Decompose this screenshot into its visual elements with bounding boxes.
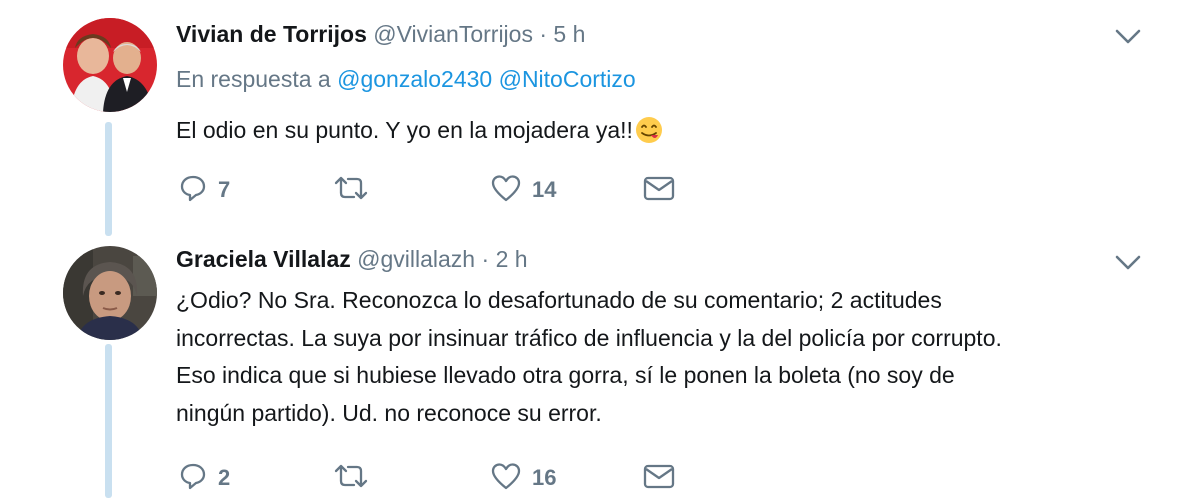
tweet-text: ¿Odio? No Sra. Reconozca lo desafortunad…: [176, 282, 1166, 432]
tweet-actions: 7 14: [176, 170, 736, 210]
direct-message-button[interactable]: [642, 170, 676, 210]
retweet-icon: [332, 173, 370, 208]
heart-icon: [490, 461, 522, 496]
tweet-text-line: ningún partido). Ud. no reconoce su erro…: [176, 399, 602, 426]
reply-icon: [178, 173, 208, 208]
retweet-button[interactable]: [332, 458, 380, 498]
face-savoring-food-icon: [635, 116, 663, 156]
reply-count: 2: [218, 465, 231, 490]
user-handle[interactable]: @gvillalazh: [357, 246, 475, 272]
tweet-text-line: incorrectas. La suya por insinuar tráfic…: [176, 324, 1002, 351]
user-handle[interactable]: @VivianTorrijos: [373, 21, 533, 47]
thread-connector: [105, 344, 112, 498]
reply-count: 7: [218, 177, 231, 202]
chevron-down-icon[interactable]: [1112, 250, 1144, 274]
timestamp[interactable]: 5 h: [553, 21, 585, 47]
avatar[interactable]: [63, 246, 157, 340]
separator-dot: ·: [539, 21, 548, 47]
tweet-header: Vivian de Torrijos @VivianTorrijos · 5 h: [176, 19, 585, 49]
reply-button[interactable]: 7: [178, 170, 230, 210]
tweet-actions: 2 16: [176, 458, 736, 498]
like-button[interactable]: 14: [490, 170, 556, 210]
envelope-icon: [642, 461, 676, 496]
timestamp[interactable]: 2 h: [496, 246, 528, 272]
tweet-text-line: El odio en su punto. Y yo en la mojadera…: [176, 117, 633, 143]
tweet[interactable]: Vivian de Torrijos @VivianTorrijos · 5 h…: [0, 0, 1200, 236]
reply-context: En respuesta a @gonzalo2430 @NitoCortizo: [176, 64, 636, 94]
display-name[interactable]: Graciela Villalaz: [176, 246, 351, 272]
like-count: 14: [532, 177, 557, 202]
tweet-text-line: Eso indica que si hubiese llevado otra g…: [176, 362, 955, 388]
thread-connector: [105, 122, 112, 236]
tweet-text: El odio en su punto. Y yo en la mojadera…: [176, 112, 663, 156]
retweet-icon: [332, 461, 370, 496]
tweet-text-line: ¿Odio? No Sra. Reconozca lo desafortunad…: [176, 287, 942, 313]
tweet-header: Graciela Villalaz @gvillalazh · 2 h: [176, 244, 528, 274]
tweet[interactable]: Graciela Villalaz @gvillalazh · 2 h ¿Odi…: [0, 236, 1200, 498]
reply-button[interactable]: 2: [178, 458, 230, 498]
like-button[interactable]: 16: [490, 458, 556, 498]
like-count: 16: [532, 465, 557, 490]
reply-prefix: En respuesta a: [176, 66, 331, 92]
mention-link[interactable]: @NitoCortizo: [499, 66, 636, 92]
envelope-icon: [642, 173, 676, 208]
direct-message-button[interactable]: [642, 458, 676, 498]
mention-link[interactable]: @gonzalo2430: [337, 66, 492, 92]
avatar[interactable]: [63, 18, 157, 112]
display-name[interactable]: Vivian de Torrijos: [176, 21, 367, 47]
separator-dot: ·: [481, 246, 490, 272]
heart-icon: [490, 173, 522, 208]
retweet-button[interactable]: [332, 170, 380, 210]
reply-icon: [178, 461, 208, 496]
chevron-down-icon[interactable]: [1112, 24, 1144, 48]
